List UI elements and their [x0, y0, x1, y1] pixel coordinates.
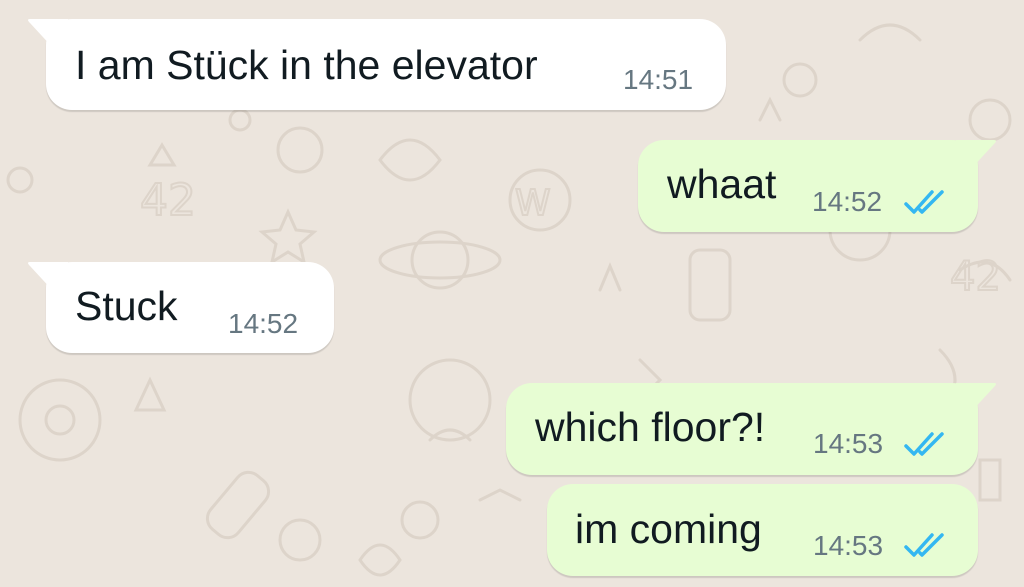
- message-timestamp: 14:52: [812, 186, 883, 217]
- chat-screen: { "theme": { "wallpaper": "#ece5dd", "in…: [0, 0, 1024, 587]
- svg-text:W: W: [515, 183, 551, 224]
- message-bubble-outgoing[interactable]: which floor?! 14:53: [506, 383, 996, 475]
- message-text: whaat: [667, 161, 777, 207]
- message-text: which floor?!: [535, 404, 766, 450]
- read-receipt-icon: [904, 190, 944, 214]
- message-text: im coming: [575, 506, 762, 552]
- message-text: I am Stück in the elevator: [75, 42, 538, 88]
- message-bubble-incoming[interactable]: Stuck 14:52: [28, 262, 334, 353]
- bubble-tail: [956, 383, 996, 413]
- message-timestamp: 14:52: [228, 308, 299, 339]
- bubble-tail: [28, 19, 68, 49]
- bubble-tail: [28, 262, 68, 292]
- bubble-tail: [956, 140, 996, 170]
- message-timestamp: 14:51: [623, 64, 694, 95]
- svg-text:42: 42: [950, 254, 1001, 300]
- message-timestamp: 14:53: [813, 428, 884, 459]
- read-receipt-icon: [904, 432, 944, 456]
- message-bubble-outgoing[interactable]: im coming 14:53: [547, 484, 978, 576]
- read-receipt-icon: [904, 533, 944, 557]
- message-text: Stuck: [75, 283, 178, 329]
- message-timestamp: 14:53: [813, 530, 884, 561]
- svg-text:42: 42: [140, 175, 196, 226]
- message-bubble-outgoing[interactable]: whaat 14:52: [638, 140, 996, 232]
- message-bubble-incoming[interactable]: I am Stück in the elevator 14:51: [28, 19, 726, 110]
